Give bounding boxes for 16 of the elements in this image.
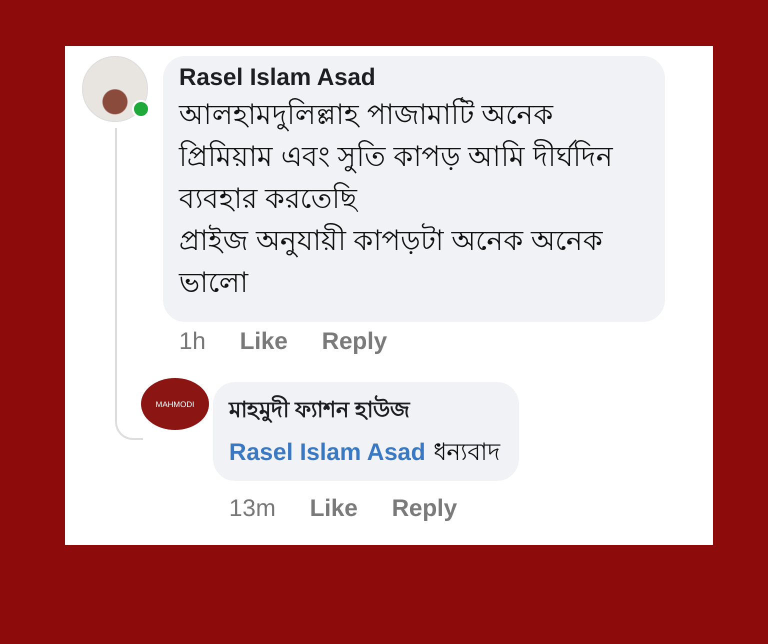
timestamp[interactable]: 13m bbox=[229, 495, 276, 523]
author-name[interactable]: মাহমুদী ফ্যাশন হাউজ bbox=[229, 392, 501, 429]
comment-text: প্রাইজ অনুযায়ী কাপড়টা অনেক অনেক bbox=[179, 222, 604, 260]
comment-text: আলহামদুলিল্লাহ পাজামাটি অনেক bbox=[179, 96, 554, 134]
comment-text: প্রিমিয়াম এবং সুতি কাপড় আমি দীর্ঘদিন bbox=[179, 138, 613, 176]
comment-text: ব্যবহার করতেছি bbox=[179, 181, 357, 216]
avatar-logo[interactable]: MAHMODI bbox=[141, 378, 209, 430]
author-name[interactable]: Rasel Islam Asad bbox=[179, 64, 649, 92]
action-link[interactable]: Reply bbox=[392, 495, 458, 523]
action-link[interactable]: Like bbox=[310, 495, 358, 523]
mention-link[interactable]: Rasel Islam Asad bbox=[229, 435, 426, 471]
comment-text: ধন্যবাদ bbox=[434, 438, 501, 468]
comment-text: ভালো bbox=[179, 266, 248, 300]
action-link[interactable]: Like bbox=[240, 328, 288, 356]
timestamp[interactable]: 1h bbox=[179, 328, 206, 356]
action-link[interactable]: Reply bbox=[322, 328, 388, 356]
